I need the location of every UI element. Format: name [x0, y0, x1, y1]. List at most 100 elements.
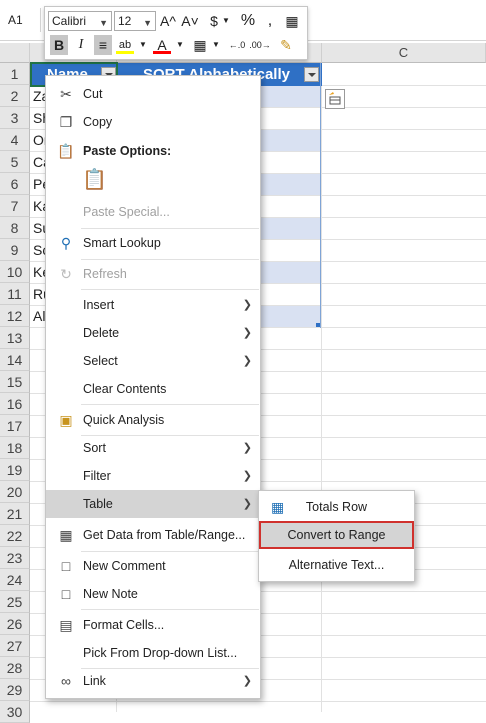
context-menu: ✂ Cut ❐ Copy 📋 Paste Options: 📋 Paste Speci… — [45, 75, 261, 699]
row-header[interactable]: 10 — [0, 261, 30, 283]
row-header[interactable]: 19 — [0, 459, 30, 481]
row-header[interactable]: 23 — [0, 547, 30, 569]
row-header[interactable]: 24 — [0, 569, 30, 591]
submenu-item-totals-row[interactable]: ▦ Totals Row — [259, 493, 414, 521]
decrease-font-size-button[interactable]: A˅ — [181, 11, 199, 31]
chevron-right-icon: ❯ — [242, 470, 252, 482]
paste-clipboard-icon[interactable]: 📋 — [82, 166, 107, 194]
decrease-decimal-button[interactable]: .00→ — [249, 35, 271, 55]
row-header[interactable]: 6 — [0, 173, 30, 195]
highlight-color-button[interactable]: ab — [116, 35, 134, 54]
link-icon: ∞ — [61, 673, 71, 689]
menu-item-smart-lookup[interactable]: ⚲ Smart Lookup — [46, 229, 260, 257]
row-header[interactable]: 1 — [0, 63, 30, 85]
menu-item-refresh[interactable]: ↻ Refresh — [46, 260, 260, 288]
menu-item-cut[interactable]: ✂ Cut — [46, 80, 260, 108]
column-header-c[interactable]: C — [322, 43, 486, 63]
chevron-right-icon: ❯ — [242, 498, 252, 510]
row-header[interactable]: 13 — [0, 327, 30, 349]
font-color-button[interactable]: A — [153, 35, 171, 54]
italic-button[interactable]: I — [72, 35, 90, 55]
menu-item-pick-from-list[interactable]: Pick From Drop-down List... — [46, 639, 260, 667]
row-header[interactable]: 11 — [0, 283, 30, 305]
menu-item-insert[interactable]: Insert ❯ — [46, 291, 260, 319]
row-header[interactable]: 20 — [0, 481, 30, 503]
row-header[interactable]: 27 — [0, 635, 30, 657]
search-icon: ⚲ — [60, 235, 72, 251]
chevron-down-icon[interactable]: ▼ — [134, 35, 152, 55]
quick-analysis-icon: ▣ — [59, 412, 73, 428]
row-header[interactable]: 25 — [0, 591, 30, 613]
row-header[interactable]: 29 — [0, 679, 30, 701]
row-header[interactable]: 17 — [0, 415, 30, 437]
increase-font-size-button[interactable]: A^ — [159, 11, 177, 31]
row-header[interactable]: 4 — [0, 129, 30, 151]
menu-item-sort[interactable]: Sort ❯ — [46, 434, 260, 462]
row-header[interactable]: 9 — [0, 239, 30, 261]
submenu-item-convert-to-range[interactable]: Convert to Range — [259, 521, 414, 549]
increase-decimal-button[interactable]: ←.0 — [226, 35, 248, 55]
totals-row-icon: ▦ — [271, 499, 285, 515]
menu-item-new-comment[interactable]: □ New Comment — [46, 552, 260, 580]
row-header[interactable]: 3 — [0, 107, 30, 129]
menu-item-new-note[interactable]: □ New Note — [46, 580, 260, 608]
new-note-icon: □ — [61, 586, 71, 602]
menu-item-format-cells[interactable]: ▤ Format Cells... — [46, 611, 260, 639]
chevron-down-icon[interactable]: ▼ — [217, 11, 235, 31]
row-header[interactable]: 18 — [0, 437, 30, 459]
menu-item-paste-special[interactable]: Paste Special... — [46, 198, 260, 226]
row-header[interactable]: 22 — [0, 525, 30, 547]
font-name-dropdown[interactable]: Calibri ▼ — [48, 11, 112, 31]
menu-item-quick-analysis[interactable]: ▣ Quick Analysis — [46, 406, 260, 434]
quick-analysis-button[interactable] — [325, 89, 345, 109]
column-divider — [321, 63, 322, 712]
row-header[interactable]: 5 — [0, 151, 30, 173]
row-header[interactable]: 21 — [0, 503, 30, 525]
chevron-right-icon: ❯ — [242, 327, 252, 339]
submenu-item-alternative-text[interactable]: Alternative Text... — [259, 551, 414, 579]
quick-analysis-icon — [329, 92, 341, 105]
menu-item-link[interactable]: ∞ Link ❯ — [46, 667, 260, 695]
menu-item-select[interactable]: Select ❯ — [46, 347, 260, 375]
chevron-down-icon[interactable]: ▼ — [171, 35, 189, 55]
chevron-right-icon: ❯ — [242, 355, 252, 367]
name-box-divider — [40, 8, 41, 32]
menu-item-get-data[interactable]: ▦ Get Data from Table/Range... — [46, 521, 260, 549]
comma-style-button[interactable]: , — [261, 11, 279, 31]
chevron-down-icon[interactable]: ▼ — [207, 35, 225, 55]
format-painter-icon[interactable]: ✎ — [277, 35, 295, 55]
menu-item-filter[interactable]: Filter ❯ — [46, 462, 260, 490]
menu-item-delete[interactable]: Delete ❯ — [46, 319, 260, 347]
row-header[interactable]: 2 — [0, 85, 30, 107]
row-header[interactable]: 15 — [0, 371, 30, 393]
center-align-button[interactable]: ≡ — [94, 35, 112, 55]
bold-button[interactable]: B — [50, 35, 68, 55]
chevron-right-icon: ❯ — [242, 442, 252, 454]
menu-heading-paste-options: 📋 Paste Options: — [57, 143, 172, 159]
row-header[interactable]: 26 — [0, 613, 30, 635]
chevron-down-icon: ▼ — [143, 18, 152, 28]
row-header[interactable]: 8 — [0, 217, 30, 239]
name-box[interactable]: A1 — [8, 13, 23, 27]
chevron-down-icon: ▼ — [99, 18, 108, 28]
clipboard-icon: 📋 — [57, 143, 75, 159]
menu-item-clear-contents[interactable]: Clear Contents — [46, 375, 260, 403]
row-header[interactable]: 30 — [0, 701, 30, 723]
chevron-right-icon: ❯ — [242, 675, 252, 687]
table-submenu: ▦ Totals Row Convert to Range Alternativ… — [258, 490, 415, 582]
row-header[interactable]: 14 — [0, 349, 30, 371]
table-grid-icon: ▦ — [59, 527, 73, 543]
row-header[interactable]: 7 — [0, 195, 30, 217]
format-table-icon[interactable]: ▦ — [283, 11, 301, 31]
format-cells-icon: ▤ — [59, 617, 73, 633]
percent-button[interactable]: % — [239, 11, 257, 31]
chevron-right-icon: ❯ — [242, 299, 252, 311]
scissors-icon: ✂ — [60, 86, 72, 102]
row-header[interactable]: 16 — [0, 393, 30, 415]
menu-item-copy[interactable]: ❐ Copy — [46, 108, 260, 136]
row-header[interactable]: 28 — [0, 657, 30, 679]
row-header[interactable]: 12 — [0, 305, 30, 327]
menu-item-table[interactable]: Table ❯ — [46, 490, 260, 518]
font-size-dropdown[interactable]: 12 ▼ — [114, 11, 156, 31]
select-all-corner[interactable] — [0, 43, 30, 63]
